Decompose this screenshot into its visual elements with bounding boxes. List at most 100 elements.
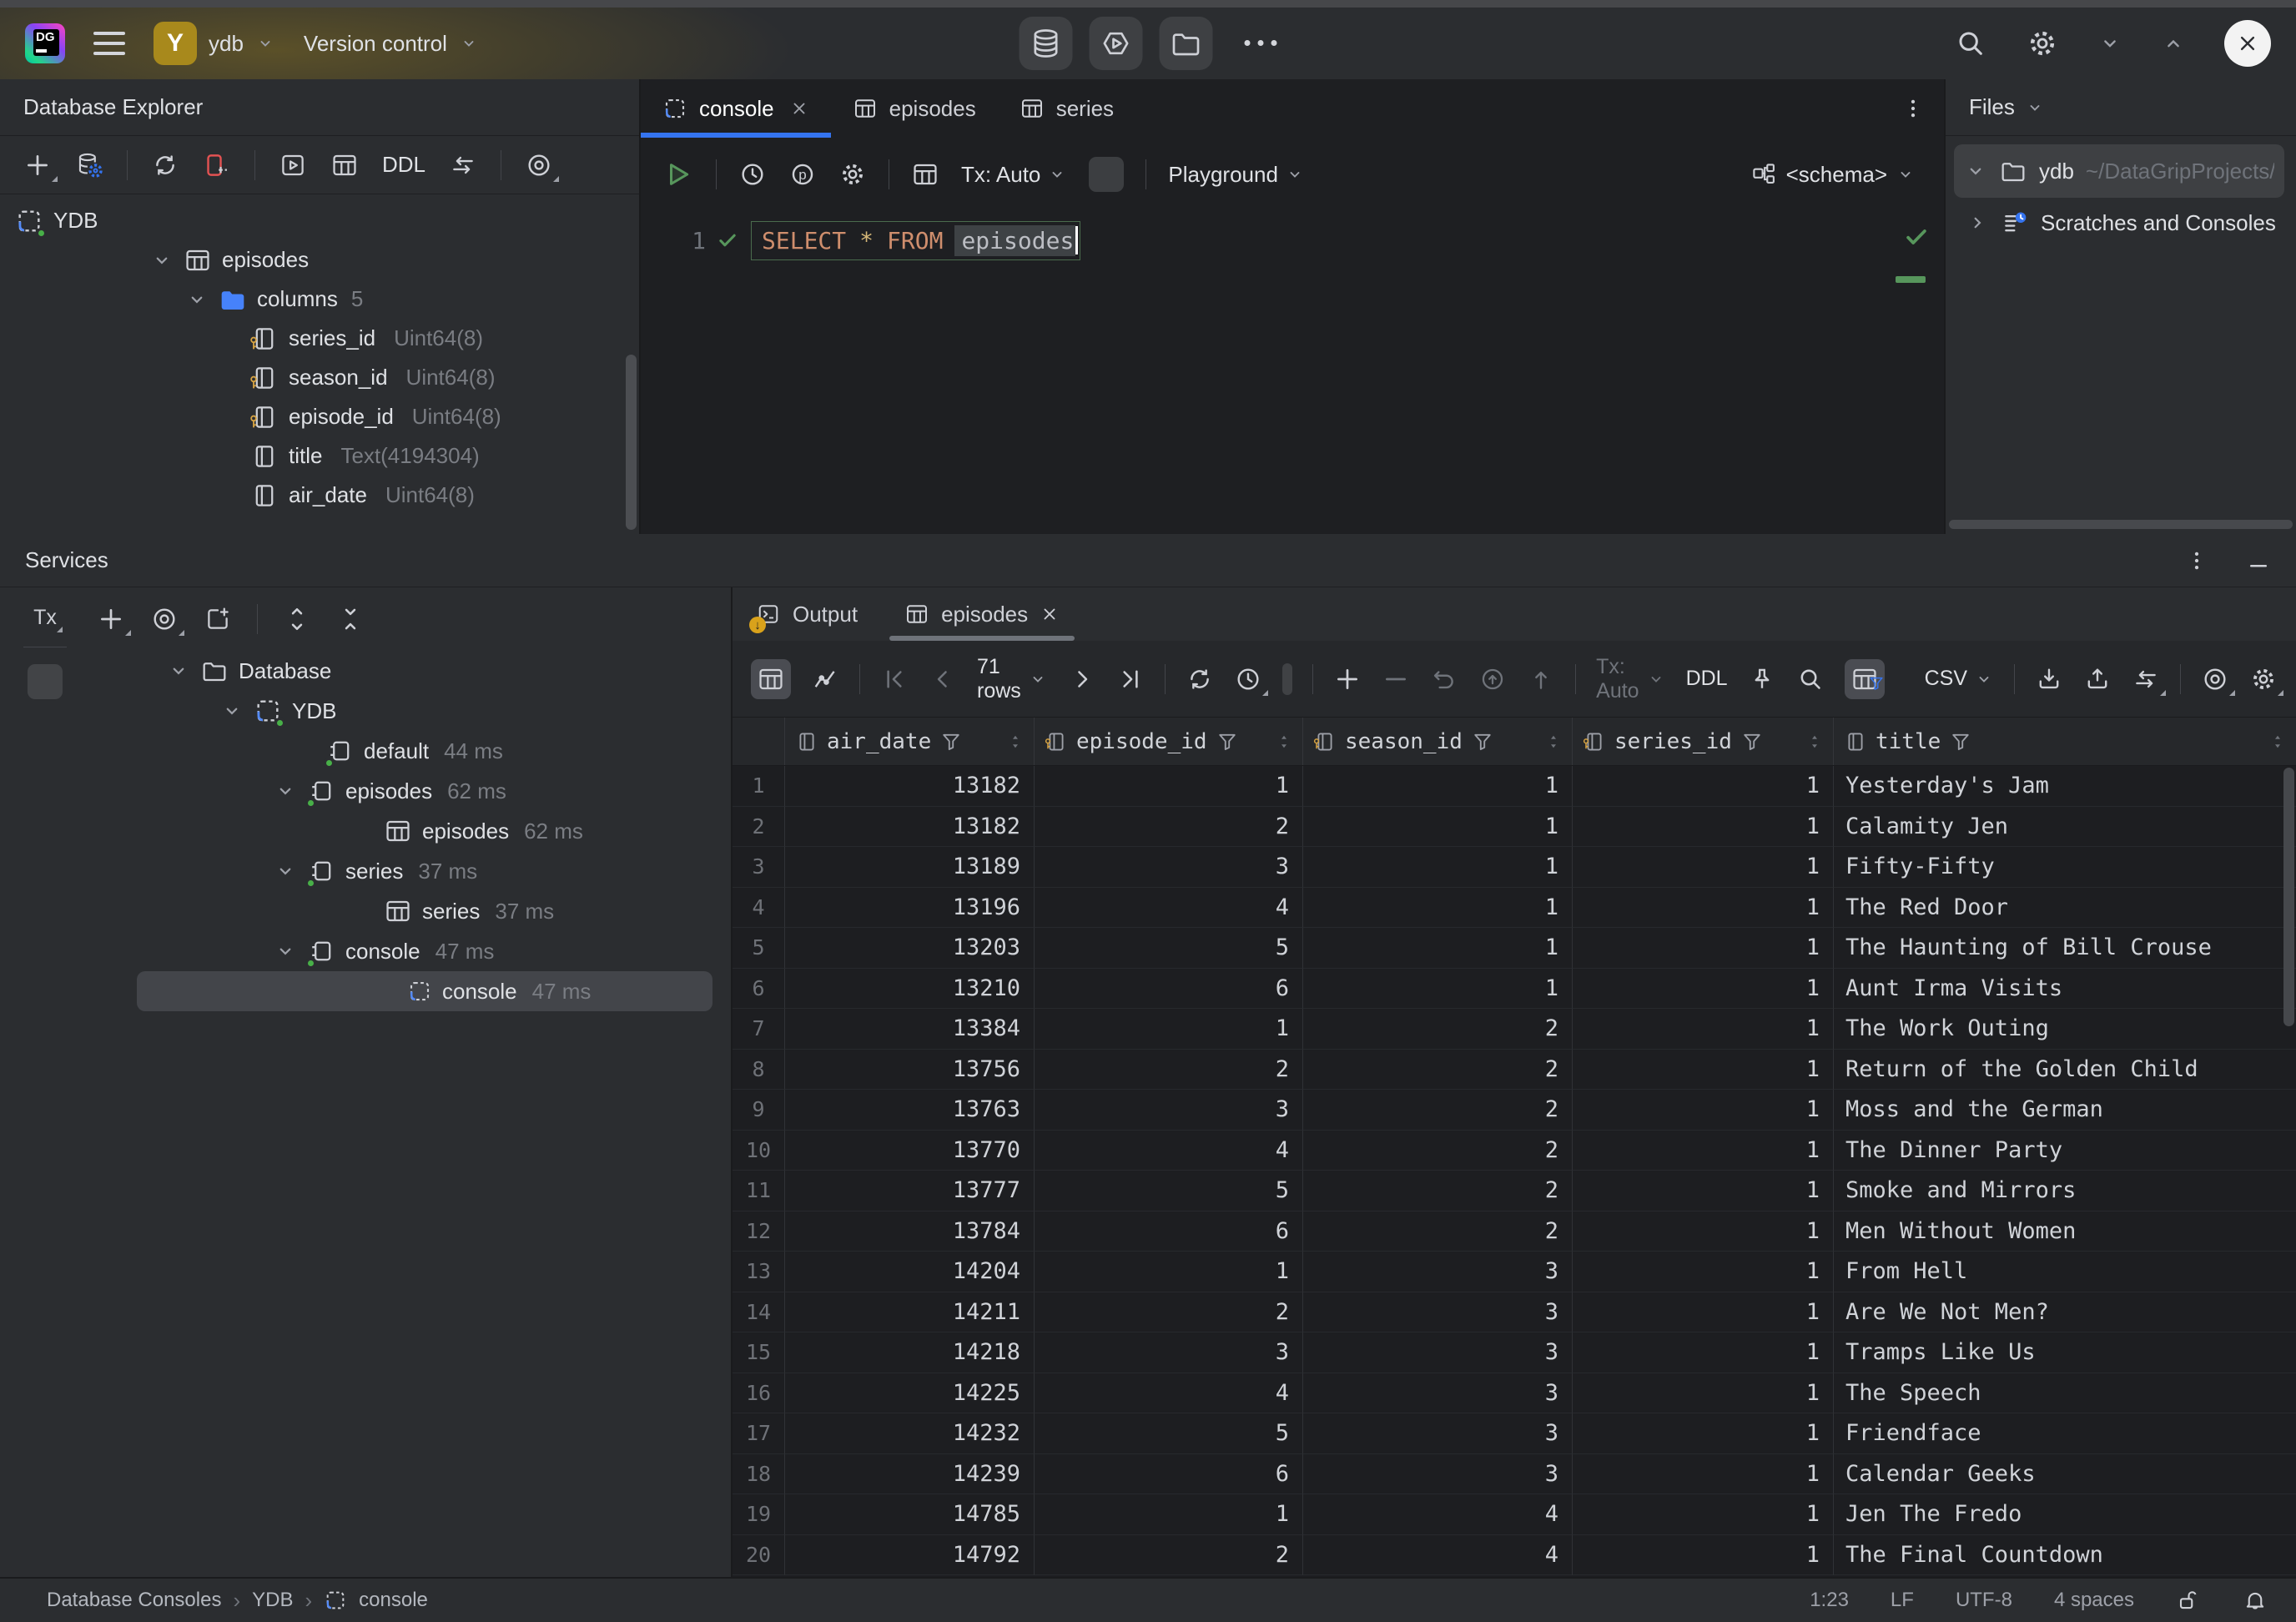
cell-season-id[interactable]: 3 [1303,1373,1573,1414]
sort-icon[interactable] [1543,732,1563,752]
cell-season-id[interactable]: 2 [1303,1211,1573,1252]
cell-season-id[interactable]: 1 [1303,888,1573,929]
column-header-title[interactable]: title [1834,718,2296,765]
page-size-select[interactable]: 71 rows [977,655,1048,703]
cell-series-id[interactable]: 1 [1573,807,1834,848]
service-item-ydb[interactable]: YDB [90,691,731,731]
stop-button[interactable] [1282,663,1292,695]
close-tab-icon[interactable] [789,98,809,118]
cell-season-id[interactable]: 4 [1303,1535,1573,1576]
stop-button[interactable] [1089,157,1124,192]
collapse-all-icon[interactable] [336,605,365,633]
chart-view-icon[interactable] [811,665,839,693]
history-icon[interactable] [738,160,767,189]
cell-episode-id[interactable]: 6 [1035,969,1303,1010]
files-item-scratches[interactable]: Scratches and Consoles [1946,198,2296,248]
line-ending[interactable]: LF [1891,1589,1914,1612]
files-tool-button[interactable] [1160,17,1213,70]
cell-season-id[interactable]: 2 [1303,1050,1573,1091]
datagrip-logo[interactable]: DG [25,23,65,63]
cell-series-id[interactable]: 1 [1573,888,1834,929]
row-number[interactable]: 11 [733,1171,785,1211]
delete-row-icon[interactable] [1382,665,1410,693]
row-number[interactable]: 14 [733,1292,785,1333]
row-number[interactable]: 20 [733,1535,785,1576]
tree-item-column[interactable]: air_date Uint64(8) [0,476,639,515]
cell-episode-id[interactable]: 4 [1035,888,1303,929]
tab-options-icon[interactable] [1901,96,1944,121]
cell-title[interactable]: Aunt Irma Visits [1834,969,2296,1010]
files-item-project-root[interactable]: ydb ~/DataGripProjects/ydb [1954,144,2284,198]
close-window-button[interactable] [2224,20,2271,67]
tab-output[interactable]: ↓ Output [733,587,881,641]
cell-air-date[interactable]: 13210 [785,969,1035,1010]
breadcrumb-item[interactable]: console [359,1589,428,1612]
view-options-icon[interactable] [150,605,179,633]
cell-episode-id[interactable]: 1 [1035,1252,1303,1292]
cell-series-id[interactable]: 1 [1573,1050,1834,1091]
gear-icon[interactable] [838,160,867,189]
tree-item-column[interactable]: episode_id Uint64(8) [0,397,639,436]
cell-season-id[interactable]: 2 [1303,1171,1573,1211]
row-number[interactable]: 1 [733,766,785,807]
chevron-down-icon[interactable] [274,939,297,963]
sql-statement[interactable]: SELECT * FROM episodes [751,221,1080,260]
cell-series-id[interactable]: 1 [1573,1535,1834,1576]
grid-view-button[interactable] [751,659,791,699]
funnel-icon[interactable] [1740,730,1764,753]
filter-button[interactable] [1845,659,1885,699]
services-header[interactable]: Services [0,534,2296,587]
funnel-icon[interactable] [1216,730,1239,753]
cell-episode-id[interactable]: 1 [1035,1009,1303,1050]
cell-air-date[interactable]: 13777 [785,1171,1035,1211]
lock-icon[interactable] [2176,1588,2201,1613]
cell-episode-id[interactable]: 4 [1035,1373,1303,1414]
service-item-session[interactable]: series 37 ms [90,851,731,891]
cell-season-id[interactable]: 1 [1303,807,1573,848]
submit-icon[interactable] [1478,665,1507,693]
chevron-down-icon[interactable] [220,699,244,723]
sort-icon[interactable] [2268,732,2288,752]
cell-title[interactable]: From Hell [1834,1252,2296,1292]
cell-series-id[interactable]: 1 [1573,1332,1834,1373]
find-icon[interactable] [1796,665,1825,693]
funnel-icon[interactable] [1949,730,1972,753]
cell-series-id[interactable]: 1 [1573,1454,1834,1495]
row-number[interactable]: 4 [733,888,785,929]
last-page-icon[interactable] [1116,665,1145,693]
row-number[interactable]: 19 [733,1494,785,1535]
cell-episode-id[interactable]: 5 [1035,1171,1303,1211]
chevron-up-icon[interactable] [2161,31,2186,56]
database-explorer-header[interactable]: Database Explorer [0,79,639,136]
breadcrumb-item[interactable]: YDB [252,1589,293,1612]
parameters-icon[interactable] [788,160,817,189]
tree-item-columns-folder[interactable]: columns 5 [0,280,639,319]
revert-icon[interactable] [1430,665,1458,693]
cell-air-date[interactable]: 13196 [785,888,1035,929]
tree-item-table[interactable]: episodes [0,240,639,280]
chevron-down-icon[interactable] [185,288,209,311]
cell-episode-id[interactable]: 5 [1035,928,1303,969]
cell-season-id[interactable]: 3 [1303,1332,1573,1373]
cell-season-id[interactable]: 3 [1303,1454,1573,1495]
reload-icon[interactable] [1186,665,1214,693]
cell-air-date[interactable]: 14232 [785,1413,1035,1454]
cell-season-id[interactable]: 3 [1303,1413,1573,1454]
cell-series-id[interactable]: 1 [1573,1009,1834,1050]
cell-episode-id[interactable]: 5 [1035,1413,1303,1454]
breadcrumb-item[interactable]: Database Consoles [47,1589,221,1612]
cell-series-id[interactable]: 1 [1573,1090,1834,1131]
column-header-episode-id[interactable]: episode_id [1035,718,1303,765]
cell-air-date[interactable]: 14211 [785,1292,1035,1333]
run-icon[interactable] [661,158,694,191]
tab-console[interactable]: console [641,79,831,138]
database-tool-button[interactable] [1020,17,1073,70]
cell-series-id[interactable]: 1 [1573,1211,1834,1252]
cell-title[interactable]: Smoke and Mirrors [1834,1171,2296,1211]
chevron-down-icon[interactable] [274,859,297,883]
service-item-session[interactable]: console 47 ms [90,931,731,971]
ddl-button[interactable]: DDL [1686,667,1728,691]
cell-episode-id[interactable]: 2 [1035,1292,1303,1333]
row-number[interactable]: 16 [733,1373,785,1414]
cell-season-id[interactable]: 4 [1303,1494,1573,1535]
